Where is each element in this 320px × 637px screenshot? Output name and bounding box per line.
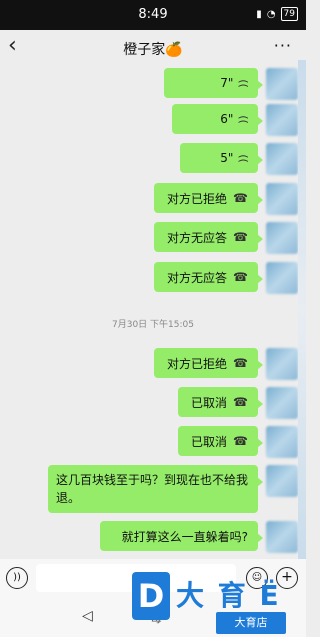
watermark-text: 大 育 Ё <box>176 579 281 612</box>
message-row: 5"(( <box>0 143 306 175</box>
message-text: 对方无应答 <box>167 270 228 285</box>
avatar[interactable] <box>266 183 298 215</box>
message-text: 6" <box>220 112 234 126</box>
watermark: D 大 育 Ё 大育店 <box>132 572 304 636</box>
status-icons: ▮ ◔ 79 <box>256 7 298 21</box>
message-list[interactable]: 7"((6"((5"((对方已拒绝 ☎ 对方无应答 ☎ 对方无应答 ☎ 7月30日 下午15… <box>0 66 306 556</box>
avatar[interactable] <box>266 262 298 294</box>
wifi-icon: ◔ <box>266 8 276 20</box>
message-text: 这几百块钱至于吗？到现在也不给我退。 <box>56 473 249 505</box>
phone-hangup-icon: ☎ <box>233 230 248 244</box>
message-bubble[interactable]: 已取消 ☎ <box>178 387 263 417</box>
message-row: 对方已拒绝 ☎ <box>0 348 306 380</box>
voice-wave-icon: (( <box>237 114 251 124</box>
message-row: 已取消 ☎ <box>0 426 306 458</box>
message-row: 就打算这么一直躲着吗? <box>0 521 306 553</box>
message-row: 6"(( <box>0 104 306 136</box>
message-bubble[interactable]: 已取消 ☎ <box>178 426 263 456</box>
status-bar: 8:49 ▮ ◔ 79 <box>0 0 306 30</box>
system-back-icon[interactable]: ◁ <box>82 608 93 624</box>
avatar[interactable] <box>266 465 298 497</box>
message-bubble[interactable]: 对方已拒绝 ☎ <box>154 183 263 213</box>
avatar[interactable] <box>266 104 298 136</box>
avatar[interactable] <box>266 521 298 553</box>
message-text: 对方已拒绝 <box>167 191 228 206</box>
message-row: 已取消 ☎ <box>0 387 306 419</box>
message-row: 这几百块钱至于吗？到现在也不给我退。 <box>0 465 306 513</box>
phone-hangup-icon: ☎ <box>233 191 248 205</box>
voice-wave-icon: (( <box>237 78 251 88</box>
avatar[interactable] <box>266 426 298 458</box>
message-text: 已取消 <box>191 434 228 449</box>
message-text: 对方无应答 <box>167 230 228 245</box>
message-text: 对方已拒绝 <box>167 356 228 371</box>
chat-timestamp: 7月30日 下午15:05 <box>112 320 194 330</box>
chat-title: 橙子家🍊 <box>123 42 183 58</box>
message-row: 对方无应答 ☎ <box>0 262 306 294</box>
chat-header: ‹ 橙子家🍊 ··· <box>0 30 306 66</box>
avatar[interactable] <box>266 222 298 254</box>
message-text: 5" <box>220 151 234 165</box>
message-bubble[interactable]: 就打算这么一直躲着吗? <box>100 521 263 551</box>
voice-icon[interactable]: )) <box>6 567 28 589</box>
avatar[interactable] <box>266 68 298 100</box>
signal-icon: ▮ <box>256 8 262 20</box>
more-icon[interactable]: ··· <box>274 36 292 55</box>
message-text: 已取消 <box>191 395 228 410</box>
battery-icon: 79 <box>280 7 298 21</box>
avatar[interactable] <box>266 387 298 419</box>
watermark-logo: D <box>132 572 170 620</box>
avatar[interactable] <box>266 143 298 175</box>
message-row: 对方已拒绝 ☎ <box>0 183 306 215</box>
avatar[interactable] <box>266 348 298 380</box>
phone-hangup-icon: ☎ <box>233 434 248 448</box>
message-bubble[interactable]: 对方无应答 ☎ <box>154 222 263 252</box>
message-row: 对方无应答 ☎ <box>0 222 306 254</box>
blurred-edge <box>298 60 306 560</box>
message-text: 就打算这么一直躲着吗? <box>121 529 248 544</box>
voice-wave-icon: (( <box>237 153 251 163</box>
phone-hangup-icon: ☎ <box>233 395 248 409</box>
message-bubble[interactable]: 对方无应答 ☎ <box>154 262 263 292</box>
message-bubble[interactable]: 这几百块钱至于吗？到现在也不给我退。 <box>48 465 263 513</box>
phone-hangup-icon: ☎ <box>233 356 248 370</box>
message-bubble[interactable]: 5"(( <box>180 143 263 173</box>
message-bubble[interactable]: 6"(( <box>172 104 263 134</box>
message-row: 7"(( <box>0 68 306 100</box>
message-bubble[interactable]: 7"(( <box>164 68 263 98</box>
message-text: 7" <box>220 76 234 90</box>
phone-hangup-icon: ☎ <box>233 270 248 284</box>
message-bubble[interactable]: 对方已拒绝 ☎ <box>154 348 263 378</box>
watermark-small: 大育店 <box>216 612 286 634</box>
